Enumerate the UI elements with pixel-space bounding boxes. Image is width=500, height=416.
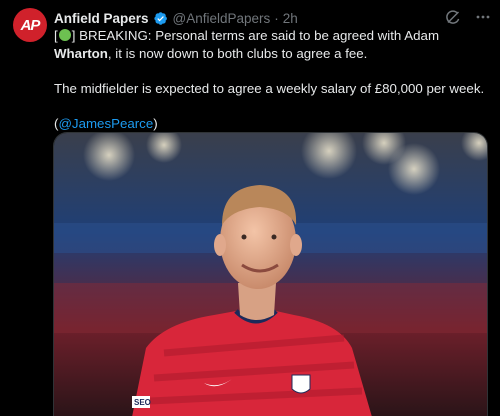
green-circle-icon — [58, 29, 71, 41]
display-name[interactable]: Anfield Papers — [54, 11, 149, 26]
tweet-text: [ ] BREAKING: Personal terms are said to … — [54, 27, 490, 132]
avatar[interactable]: AP — [13, 8, 47, 42]
mention-link[interactable]: @JamesPearce — [58, 116, 153, 131]
breaking-text-end: , it is now down to both clubs to agree … — [107, 45, 368, 61]
tweet-paragraph-3: (@JamesPearce) — [54, 115, 490, 133]
handle[interactable]: @AnfieldPapers — [173, 11, 271, 26]
paren-close: ) — [153, 115, 158, 131]
tweet-header: Anfield Papers @AnfieldPapers · 2h — [54, 9, 298, 27]
breaking-text: ] BREAKING: Personal terms are said to b… — [71, 28, 440, 43]
bracket-open: [ — [54, 28, 58, 43]
tweet-paragraph-1: [ ] BREAKING: Personal terms are said to … — [54, 27, 490, 62]
timestamp[interactable]: 2h — [283, 11, 298, 26]
tweet-actions — [444, 8, 492, 26]
sleeve-badge-text: SEO — [134, 398, 151, 407]
tweet-photo[interactable]: SEO — [53, 132, 488, 416]
separator-dot: · — [274, 10, 279, 26]
player-name-bold: Wharton — [54, 45, 108, 61]
tweet-paragraph-2: The midfielder is expected to agree a we… — [54, 80, 485, 96]
verified-badge-icon — [153, 11, 168, 26]
avatar-logo-text: AP — [20, 16, 41, 34]
more-icon[interactable] — [474, 8, 492, 26]
tweet-card[interactable]: AP Anfield Papers @AnfieldPapers · 2h []… — [0, 0, 500, 416]
grok-icon[interactable] — [444, 8, 462, 26]
